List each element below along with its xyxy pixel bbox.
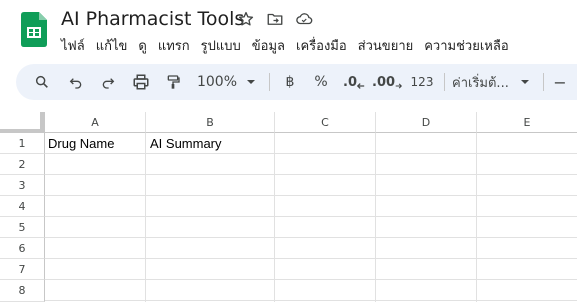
font-family-select[interactable]: ค่าเริ่มต้... — [452, 64, 522, 100]
row-gridline — [45, 174, 577, 175]
spreadsheet-grid: A B C D E 1 2 3 4 5 6 7 8 Drug Name AI S… — [0, 112, 577, 302]
menu-format[interactable]: รูปแบบ — [201, 35, 241, 56]
arrow-left-icon — [356, 83, 365, 89]
cell-a1[interactable]: Drug Name — [48, 136, 114, 151]
menu-view[interactable]: ดู — [138, 35, 146, 56]
row-gridline — [45, 195, 577, 196]
menu-bar: ไฟล์ แก้ไข ดู แทรก รูปแบบ ข้อมูล เครื่อง… — [61, 35, 520, 56]
move-folder-icon[interactable] — [265, 9, 285, 29]
redo-icon[interactable] — [96, 64, 120, 100]
row-header-3[interactable]: 3 — [0, 175, 45, 196]
column-gridline — [274, 133, 275, 302]
column-header-a[interactable]: A — [45, 112, 146, 133]
menu-data[interactable]: ข้อมูล — [252, 35, 285, 56]
zoom-select[interactable]: 100% — [194, 64, 240, 100]
toolbar-divider — [543, 73, 544, 91]
document-title[interactable]: AI Pharmacist Tools — [61, 8, 244, 30]
column-gridline — [145, 133, 146, 302]
arrow-right-icon — [395, 83, 402, 89]
column-header-b[interactable]: B — [146, 112, 275, 133]
percent-format-button[interactable]: % — [310, 64, 332, 100]
row-gridline — [45, 279, 577, 280]
column-header-d[interactable]: D — [376, 112, 477, 133]
row-header-6[interactable]: 6 — [0, 238, 45, 259]
row-header-8[interactable]: 8 — [0, 280, 45, 302]
row-gridline — [45, 300, 577, 301]
menu-tools[interactable]: เครื่องมือ — [296, 35, 347, 56]
menu-help[interactable]: ความช่วยเหลือ — [424, 35, 508, 56]
decrease-decimal-button[interactable]: .0 — [340, 64, 368, 100]
row-header-2[interactable]: 2 — [0, 154, 45, 175]
toolbar: 100% ฿ % .0 .00 123 ค่าเริ่มต้... − — [16, 64, 577, 100]
decrease-font-size-button[interactable]: − — [551, 64, 569, 100]
row-header-1[interactable]: 1 — [0, 133, 45, 154]
sheets-logo-icon[interactable] — [21, 12, 47, 47]
row-gridline — [45, 153, 577, 154]
menu-edit[interactable]: แก้ไข — [96, 35, 128, 56]
app-header: AI Pharmacist Tools ไฟล์ แก้ไข ดู แทรก ร… — [0, 0, 577, 62]
undo-icon[interactable] — [64, 64, 88, 100]
row-gridline — [45, 216, 577, 217]
menu-insert[interactable]: แทรก — [158, 35, 190, 56]
row-header-4[interactable]: 4 — [0, 196, 45, 217]
print-icon[interactable] — [128, 64, 154, 100]
column-header-c[interactable]: C — [275, 112, 376, 133]
number-format-button[interactable]: 123 — [406, 64, 438, 100]
increase-decimal-label: .00 — [372, 74, 396, 90]
increase-decimal-button[interactable]: .00 — [372, 64, 402, 100]
search-menus-icon[interactable] — [30, 64, 54, 100]
row-gridline — [45, 258, 577, 259]
row-gridline — [45, 237, 577, 238]
font-chevron-down-icon[interactable] — [518, 64, 532, 100]
row-header-5[interactable]: 5 — [0, 217, 45, 238]
column-gridline — [375, 133, 376, 302]
column-gridline — [476, 133, 477, 302]
star-icon[interactable] — [236, 9, 256, 29]
paint-format-icon[interactable] — [161, 64, 185, 100]
currency-format-button[interactable]: ฿ — [279, 64, 301, 100]
cloud-saved-icon[interactable] — [294, 9, 314, 29]
row-header-7[interactable]: 7 — [0, 259, 45, 280]
column-header-e[interactable]: E — [477, 112, 577, 133]
decrease-decimal-label: .0 — [343, 74, 357, 90]
cell-b1[interactable]: AI Summary — [150, 136, 222, 151]
zoom-chevron-down-icon[interactable] — [244, 64, 258, 100]
toolbar-divider — [269, 73, 270, 91]
menu-extensions[interactable]: ส่วนขยาย — [358, 35, 414, 56]
toolbar-divider — [444, 73, 445, 91]
menu-file[interactable]: ไฟล์ — [61, 35, 85, 56]
